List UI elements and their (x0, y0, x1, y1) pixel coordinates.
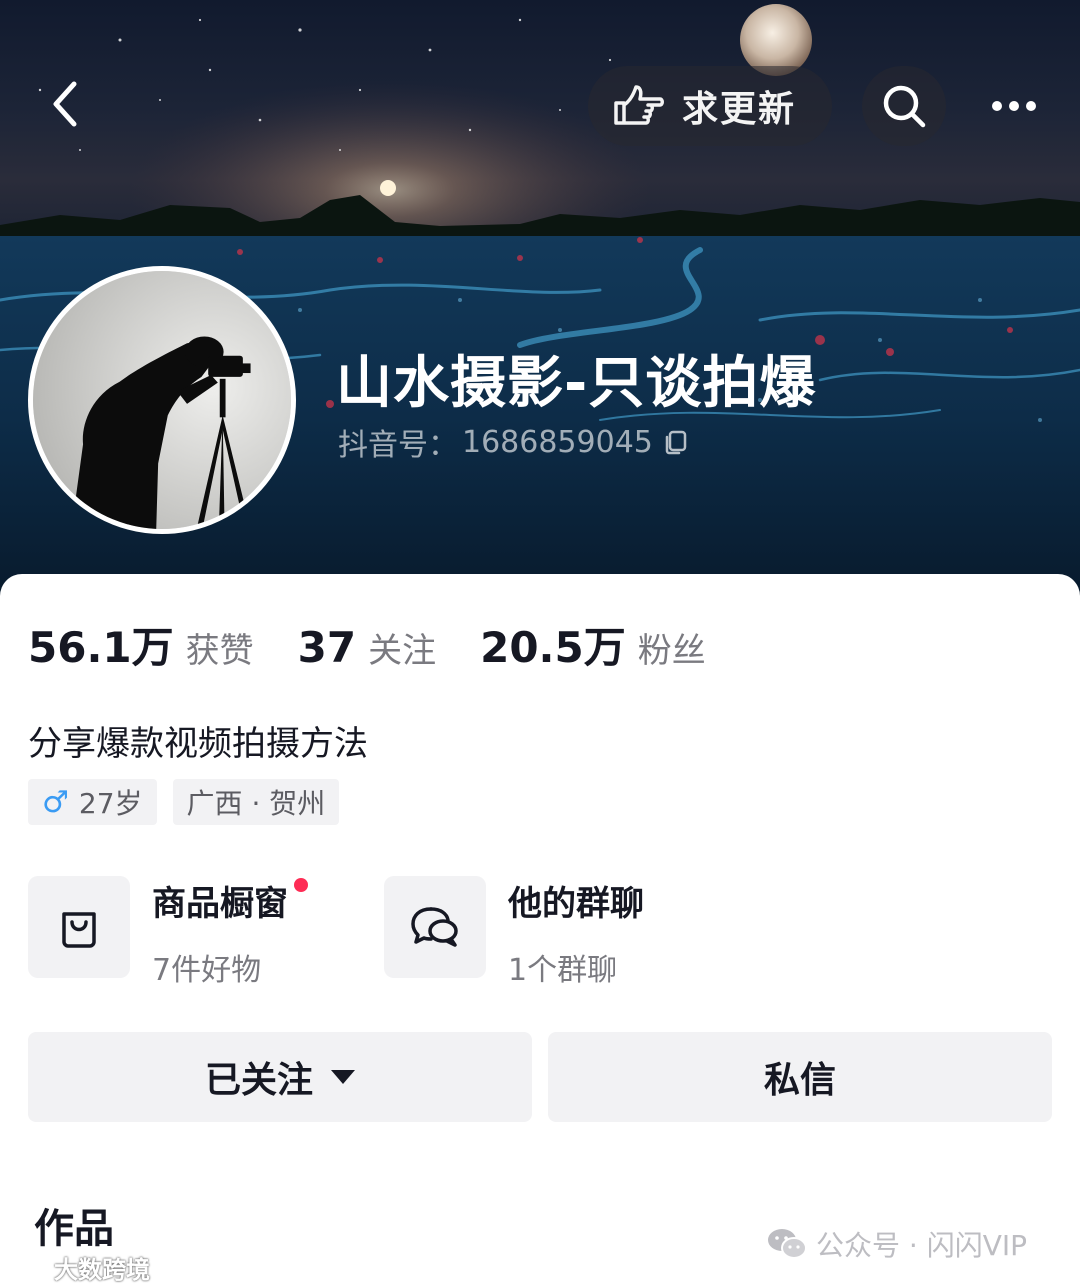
location-label: 广西 · 贺州 (186, 787, 326, 820)
shop-window-subtitle: 7件好物 (152, 953, 262, 988)
shop-window-entry[interactable]: 商品橱窗 7件好物 (28, 876, 384, 989)
wechat-watermark: 公众号 · 闪闪VIP (766, 1224, 1027, 1264)
profile-avatar[interactable] (28, 266, 296, 534)
shop-window-icon-box (28, 876, 130, 978)
profile-banner: 求更新 山水摄影-只谈拍爆 抖音号： 1686859045 (0, 0, 1080, 600)
brand-watermark: 大数跨境 (6, 1250, 150, 1285)
brand-logo-icon (8, 1257, 44, 1279)
profile-actions: 已关注 私信 (28, 1032, 1052, 1122)
brand-watermark-text: 大数跨境 (54, 1256, 150, 1284)
shop-window-title-row: 商品橱窗 (152, 876, 308, 925)
age-gender-tag: ♂ 27岁 (28, 779, 157, 825)
group-chat-entry[interactable]: 他的群聊 1个群聊 (384, 876, 740, 989)
douyin-id-row[interactable]: 抖音号： 1686859045 (338, 420, 689, 464)
douyin-id-value: 1686859045 (462, 424, 653, 460)
group-chat-icon-box (384, 876, 486, 978)
stats-row: 56.1万 获赞 37 关注 20.5万 粉丝 (28, 614, 750, 675)
request-update-label: 求更新 (682, 89, 797, 130)
douyin-id-label: 抖音号： (338, 428, 458, 463)
profile-name: 山水摄影-只谈拍爆 (336, 351, 817, 416)
stat-following-value: 37 (297, 623, 357, 672)
direct-message-label: 私信 (763, 1060, 836, 1101)
stat-followers[interactable]: 20.5万 粉丝 (480, 614, 706, 675)
male-gender-icon: ♂ (42, 784, 69, 820)
followed-button[interactable]: 已关注 (28, 1032, 532, 1122)
location-tag: 广西 · 贺州 (172, 779, 340, 825)
group-chat-title: 他的群聊 (508, 884, 644, 924)
works-tab[interactable]: 作品 (34, 1196, 114, 1254)
profile-bio: 分享爆款视频拍摄方法 (28, 724, 368, 764)
group-chat-subtitle: 1个群聊 (508, 953, 618, 988)
more-horizontal-icon (992, 101, 1036, 111)
stat-following[interactable]: 37 关注 (298, 623, 436, 672)
profile-shortcuts: 商品橱窗 7件好物 他的群聊 1个群聊 (28, 876, 740, 989)
group-chat-icon (411, 907, 458, 947)
followed-label: 已关注 (204, 1060, 313, 1101)
request-update-button[interactable]: 求更新 (588, 66, 832, 146)
stat-likes-label: 获赞 (185, 631, 254, 671)
shop-window-title: 商品橱窗 (152, 884, 288, 924)
profile-tags: ♂ 27岁 广西 · 贺州 (28, 779, 340, 825)
profile-content-card: 56.1万 获赞 37 关注 20.5万 粉丝 分享爆款视频拍摄方法 ♂ 27岁… (0, 574, 1080, 1287)
notification-dot (294, 878, 308, 892)
age-label: 27岁 (78, 787, 143, 820)
stat-followers-value: 20.5万 (480, 623, 626, 672)
back-button[interactable] (26, 64, 106, 144)
stat-likes[interactable]: 56.1万 获赞 (28, 614, 254, 675)
copy-icon[interactable] (663, 429, 689, 455)
photographer-silhouette-image (33, 271, 291, 529)
stat-followers-label: 粉丝 (637, 631, 706, 671)
stat-following-label: 关注 (368, 631, 437, 671)
direct-message-button[interactable]: 私信 (548, 1032, 1052, 1122)
chevron-left-icon (53, 81, 77, 127)
shopping-bag-icon (62, 912, 96, 948)
search-icon (883, 85, 926, 128)
caret-down-icon (331, 1070, 355, 1084)
more-options-button[interactable] (972, 66, 1056, 146)
stat-likes-value: 56.1万 (28, 623, 174, 672)
pointing-hand-icon (614, 85, 664, 125)
wechat-watermark-text: 公众号 · 闪闪VIP (816, 1229, 1027, 1262)
search-button[interactable] (862, 66, 946, 146)
wechat-icon (768, 1229, 807, 1259)
